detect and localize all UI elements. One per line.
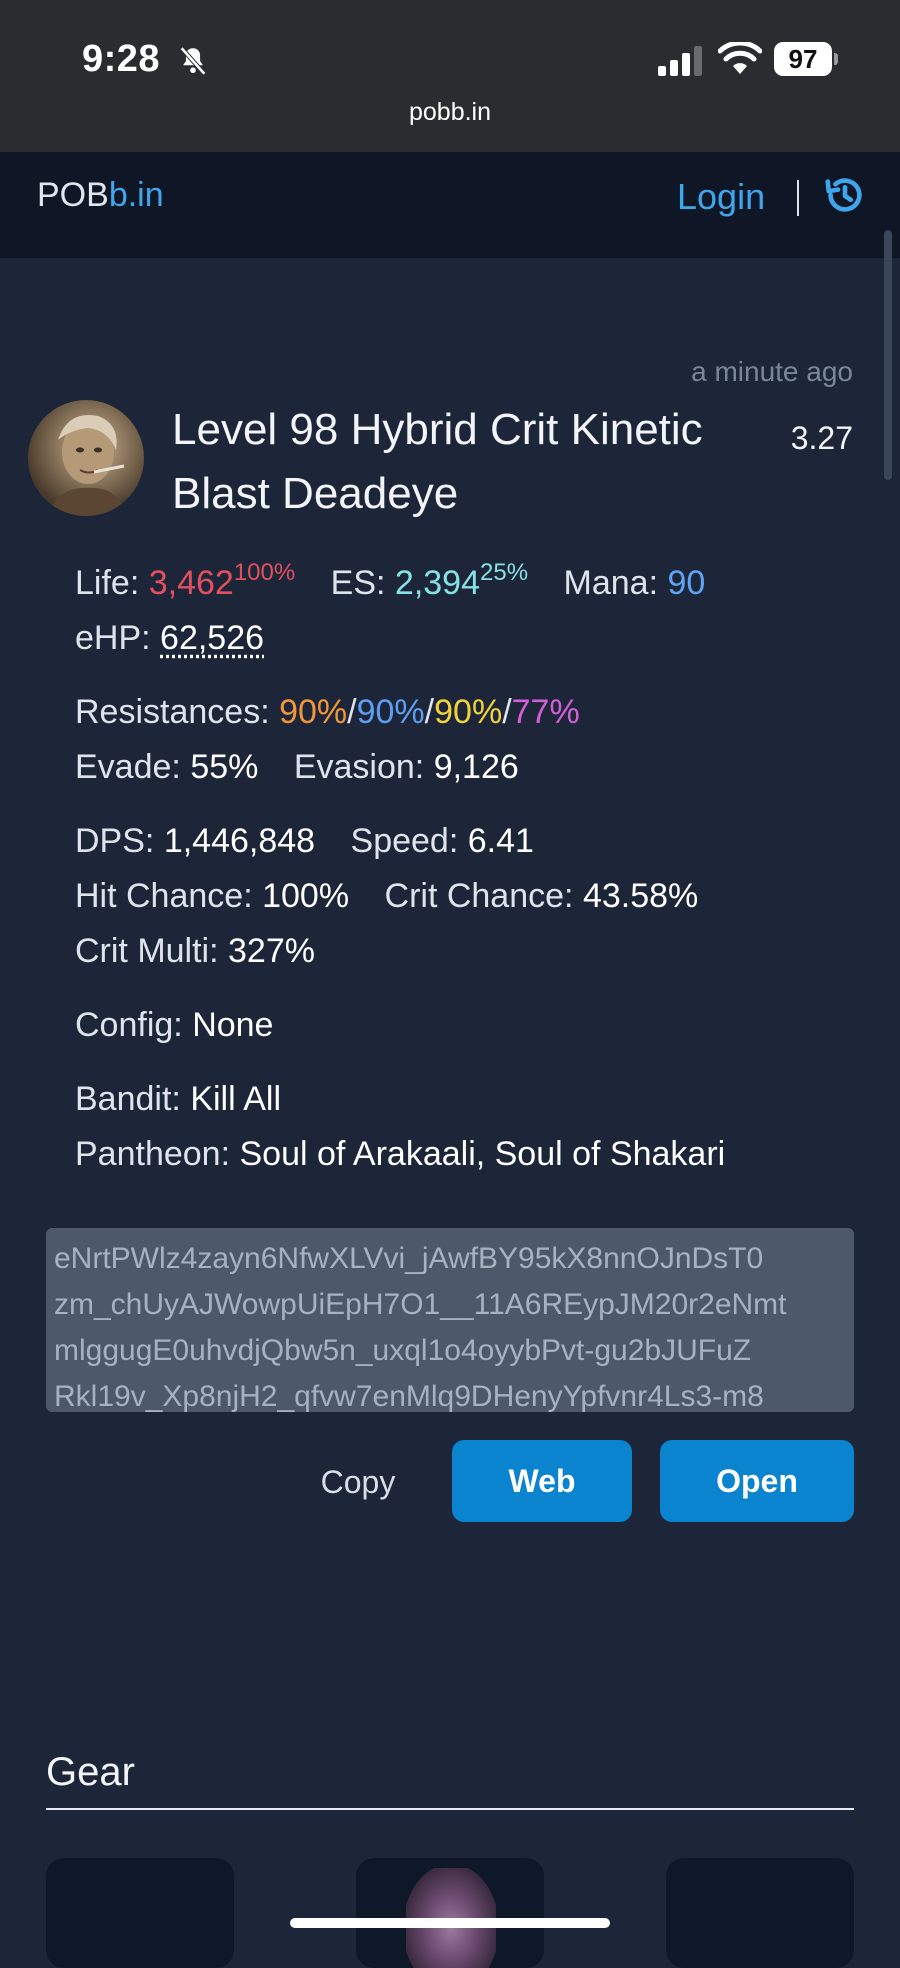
hit-chance-value: 100%	[262, 877, 349, 915]
bandit-value: Kill All	[190, 1080, 281, 1118]
res-separator: /	[347, 693, 356, 731]
gear-slot[interactable]	[46, 1858, 234, 1968]
url-bar[interactable]: pobb.in	[0, 98, 900, 127]
stats-row-pantheon: Pantheon: Soul of Arakaali, Soul of Shak…	[75, 1127, 865, 1182]
ehp-label: eHP:	[75, 619, 151, 657]
signal-icon	[656, 46, 704, 76]
evade-value: 55%	[190, 748, 258, 786]
home-indicator[interactable]	[290, 1918, 610, 1928]
bell-slash-icon	[176, 44, 210, 78]
cold-resistance: 90%	[357, 693, 425, 731]
bandit-label: Bandit:	[75, 1080, 181, 1118]
build-code-box[interactable]: eNrtPWlz4zayn6NfwXLVvi_jAwfBY95kX8nnOJnD…	[46, 1228, 854, 1412]
stats-row-bandit: Bandit: Kill All	[75, 1072, 865, 1127]
stats-row-ehp: eHP: 62,526	[75, 611, 865, 666]
gear-slot[interactable]	[356, 1858, 544, 1968]
site-logo[interactable]: POBb.in	[37, 176, 164, 215]
crit-multi-label: Crit Multi:	[75, 932, 219, 970]
crit-multi-value: 327%	[228, 932, 315, 970]
stats-row-pools: Life: 3,462100% ES: 2,39425% Mana: 90	[75, 556, 865, 611]
game-version: 3.27	[791, 420, 853, 457]
page-scrollbar[interactable]	[884, 230, 892, 480]
avatar-art	[28, 400, 144, 516]
dps-value: 1,446,848	[164, 822, 315, 860]
build-stats: Life: 3,462100% ES: 2,39425% Mana: 90 eH…	[75, 556, 865, 1182]
open-button[interactable]: Open	[660, 1440, 854, 1522]
mana-value: 90	[667, 564, 705, 602]
es-value: 2,394	[395, 564, 480, 602]
lightning-resistance: 90%	[434, 693, 502, 731]
life-value: 3,462	[149, 564, 234, 602]
pantheon-value: Soul of Arakaali, Soul of Shakari	[239, 1135, 725, 1173]
config-label: Config:	[75, 1006, 183, 1044]
speed-value: 6.41	[468, 822, 534, 860]
wifi-icon	[718, 42, 762, 76]
config-value: None	[192, 1006, 273, 1044]
battery-indicator: 97	[774, 42, 836, 76]
stats-row-resistances: Resistances: 90%/90%/90%/77%	[75, 685, 865, 740]
crit-chance-label: Crit Chance:	[385, 877, 574, 915]
res-separator: /	[425, 693, 434, 731]
site-navbar: POBb.in Login	[0, 152, 900, 258]
life-label: Life:	[75, 564, 139, 602]
status-time: 9:28	[82, 38, 160, 81]
res-separator: /	[502, 693, 511, 731]
web-button[interactable]: Web	[452, 1440, 632, 1522]
battery-tip	[834, 53, 838, 65]
build-code-line: Rkl19v_Xp8njH2_qfvw7enMlq9DHenyYpfvnr4Ls…	[54, 1374, 846, 1412]
nav-divider	[797, 180, 799, 216]
resistances-label: Resistances:	[75, 693, 270, 731]
chaos-resistance: 77%	[512, 693, 580, 731]
evasion-value: 9,126	[434, 748, 519, 786]
stats-row-config: Config: None	[75, 998, 865, 1053]
stats-row-crit-multi: Crit Multi: 327%	[75, 924, 865, 979]
browser-chrome: 9:28 97 pobb.in	[0, 0, 900, 152]
gear-slot[interactable]	[666, 1858, 854, 1968]
copy-button[interactable]: Copy	[300, 1440, 416, 1524]
stats-row-dps: DPS: 1,446,848 Speed: 6.41	[75, 814, 865, 869]
hit-chance-label: Hit Chance:	[75, 877, 253, 915]
evade-label: Evade:	[75, 748, 181, 786]
build-code-line: mlggugE0uhvdjQbw5n_uxql1o4oyybPvt-gu2bJU…	[54, 1328, 846, 1374]
build-time-ago: a minute ago	[691, 356, 853, 388]
character-avatar	[28, 400, 144, 516]
evasion-label: Evasion:	[294, 748, 424, 786]
login-link[interactable]: Login	[677, 176, 765, 218]
ehp-value[interactable]: 62,526	[160, 619, 264, 657]
logo-suffix: b.in	[109, 176, 164, 214]
gear-heading: Gear	[46, 1750, 135, 1795]
history-icon[interactable]	[822, 172, 868, 218]
gear-divider	[46, 1808, 854, 1810]
build-code-line: eNrtPWlz4zayn6NfwXLVvi_jAwfBY95kX8nnOJnD…	[54, 1236, 846, 1282]
build-title: Level 98 Hybrid Crit Kinetic Blast Deade…	[172, 398, 752, 526]
crit-chance-value: 43.58%	[583, 877, 698, 915]
stats-row-hit: Hit Chance: 100% Crit Chance: 43.58%	[75, 869, 865, 924]
stats-row-evasion: Evade: 55% Evasion: 9,126	[75, 740, 865, 795]
build-code-line: zm_chUyAJWowpUiEpH7O1__11A6REypJM20r2eNm…	[54, 1282, 846, 1328]
pantheon-label: Pantheon:	[75, 1135, 230, 1173]
logo-prefix: POB	[37, 176, 109, 214]
life-percent: 100%	[234, 559, 295, 586]
battery-level: 97	[774, 42, 832, 76]
dps-label: DPS:	[75, 822, 154, 860]
speed-label: Speed:	[351, 822, 459, 860]
es-label: ES:	[331, 564, 386, 602]
es-percent: 25%	[480, 559, 528, 586]
mana-label: Mana:	[564, 564, 659, 602]
fire-resistance: 90%	[279, 693, 347, 731]
